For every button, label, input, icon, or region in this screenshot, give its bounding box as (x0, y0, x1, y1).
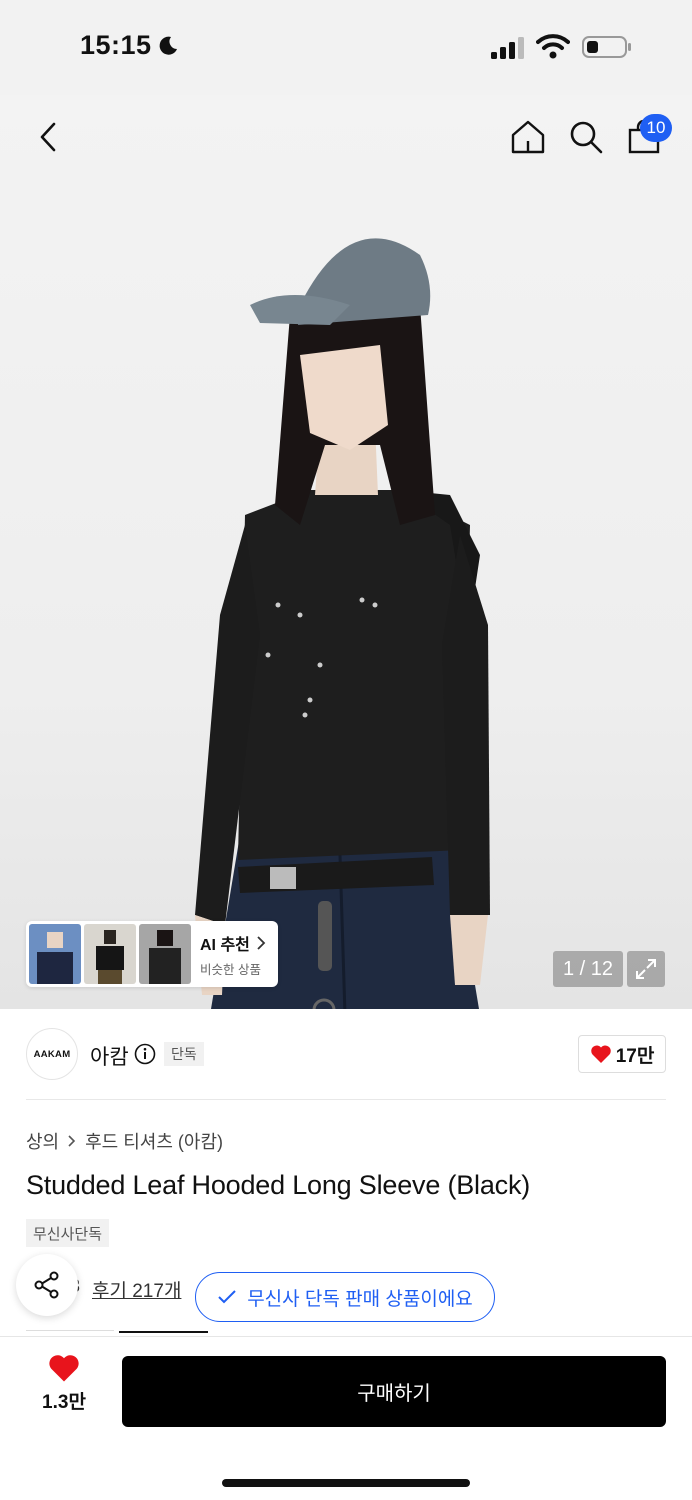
chevron-right-icon (257, 935, 266, 950)
image-page-indicator: 1 / 12 (553, 951, 623, 987)
expand-icon (636, 959, 656, 979)
divider (26, 1099, 666, 1100)
exclusive-toast: 무신사 단독 판매 상품이에요 (195, 1272, 495, 1322)
breadcrumb-item-category[interactable]: 상의 (26, 1128, 59, 1154)
battery-icon (582, 36, 631, 58)
moon-icon (159, 36, 177, 55)
product-image-gallery[interactable]: AI 추천 비슷한 상품 1 / 12 (0, 95, 692, 1009)
search-button[interactable] (564, 115, 608, 159)
status-time: 15:15 (80, 30, 152, 60)
info-icon[interactable] (134, 1043, 156, 1065)
share-button[interactable] (16, 1254, 78, 1316)
chevron-right-icon (68, 1135, 76, 1147)
cart-badge: 10 (640, 114, 672, 142)
breadcrumb: 상의 후드 티셔츠 (아캄) (26, 1128, 223, 1154)
ai-thumb-3[interactable] (139, 924, 191, 984)
buy-button[interactable]: 구매하기 (122, 1356, 666, 1427)
wifi-icon (536, 34, 570, 59)
heart-icon (49, 1355, 79, 1382)
bottom-action-bar: 1.3만 구매하기 (0, 1336, 692, 1500)
brand-like-count: 17만 (615, 1045, 655, 1067)
search-icon (570, 121, 603, 154)
expand-image-button[interactable] (627, 951, 665, 987)
cellular-signal-icon (491, 37, 524, 59)
brand-like-button[interactable]: 17만 (578, 1035, 666, 1073)
check-icon (218, 1290, 236, 1304)
brand-logo[interactable]: AAKAM (26, 1028, 78, 1080)
breadcrumb-item-subcategory[interactable]: 후드 티셔츠 (아캄) (85, 1128, 223, 1154)
brand-row[interactable]: AAKAM 아캄 단독 17만 (26, 1028, 666, 1080)
back-button[interactable] (28, 115, 68, 159)
musinsa-exclusive-tag: 무신사단독 (26, 1219, 110, 1247)
status-bar: 15:15 (0, 0, 692, 95)
heart-icon (590, 1045, 611, 1063)
back-arrow-icon (40, 122, 56, 152)
ai-thumb-2[interactable] (84, 924, 136, 984)
ai-thumb-1[interactable] (29, 924, 81, 984)
wishlist-count: 1.3만 (42, 1392, 86, 1413)
home-button[interactable] (506, 115, 550, 159)
brand-name[interactable]: 아캄 (90, 1041, 129, 1071)
ai-recommend-title: AI 추천 (200, 936, 250, 954)
product-model-image (195, 238, 490, 1009)
ai-recommend-card[interactable]: AI 추천 비슷한 상품 (26, 921, 278, 987)
home-icon (511, 120, 545, 154)
wishlist-button[interactable]: 1.3만 (30, 1353, 98, 1419)
exclusive-tag: 단독 (164, 1042, 204, 1066)
share-icon (34, 1271, 59, 1299)
ai-recommend-subtitle: 비슷한 상품 (200, 962, 261, 977)
review-link[interactable]: 후기 217개 (92, 1276, 181, 1303)
product-title: Studded Leaf Hooded Long Sleeve (Black) (26, 1170, 531, 1200)
home-indicator (222, 1479, 470, 1487)
toast-text: 무신사 단독 판매 상품이에요 (247, 1288, 473, 1310)
